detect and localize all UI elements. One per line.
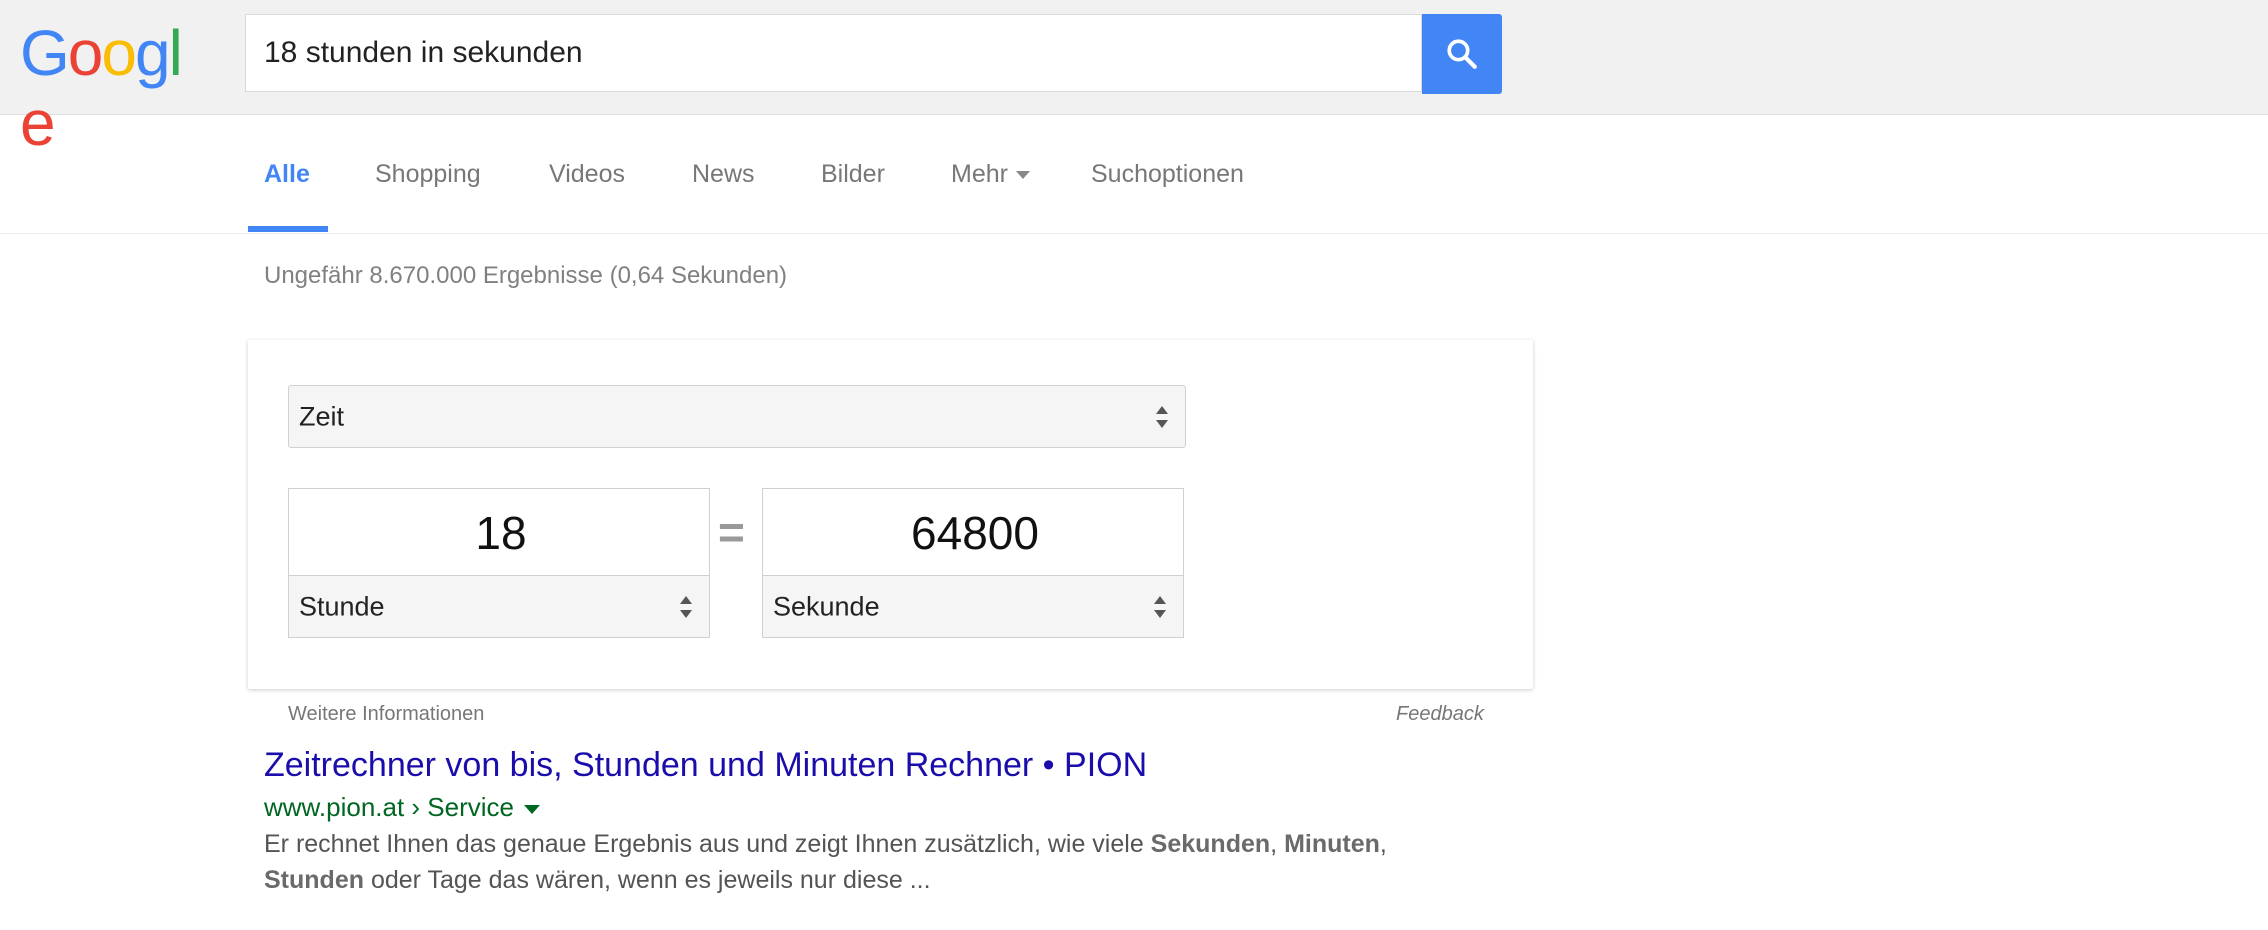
header-bar: Google [0, 0, 2268, 158]
to-value-input[interactable] [763, 489, 1187, 577]
result-stats: Ungefähr 8.670.000 Ergebnisse (0,64 Seku… [264, 262, 788, 289]
caret-down-icon [1015, 171, 1030, 180]
logo-letter: G [20, 17, 70, 89]
tab-alle[interactable]: Alle [264, 115, 310, 233]
caret-down-icon[interactable] [523, 804, 540, 814]
to-unit-box: Sekunde [762, 488, 1187, 638]
to-unit-select[interactable]: Sekunde [762, 575, 1184, 638]
tab-mehr-label: Mehr [951, 160, 1008, 188]
search-button[interactable] [1422, 14, 1502, 94]
snippet-text: oder Tage das wären, wenn es jeweils nur… [364, 866, 931, 894]
tab-suchoptionen[interactable]: Suchoptionen [1091, 115, 1244, 233]
category-select[interactable]: Zeit [288, 385, 1186, 448]
more-info-link[interactable]: Weitere Informationen [288, 703, 484, 726]
feedback-link[interactable]: Feedback [1396, 703, 1484, 726]
updown-arrows-icon [1156, 405, 1168, 428]
from-unit-box: Stunde [288, 488, 713, 638]
result-url-text: www.pion.at › Service [264, 792, 514, 822]
category-select-label: Zeit [299, 401, 345, 431]
snippet-bold: Stunden [264, 866, 364, 894]
from-value-input[interactable] [289, 489, 713, 577]
active-tab-indicator [248, 226, 328, 232]
search-icon [1447, 39, 1477, 69]
from-unit-label: Stunde [299, 591, 385, 621]
updown-arrows-icon [1154, 595, 1166, 618]
tab-videos[interactable]: Videos [549, 115, 625, 233]
google-logo[interactable]: Google [20, 17, 206, 158]
tab-bilder[interactable]: Bilder [821, 115, 885, 233]
logo-letter: o [67, 17, 104, 89]
result-title-link[interactable]: Zeitrechner von bis, Stunden und Minuten… [264, 746, 1147, 785]
search-nav: Alle Shopping Videos News Bilder Mehr Su… [0, 115, 2268, 234]
from-unit-select[interactable]: Stunde [288, 575, 710, 638]
search-input[interactable] [246, 15, 1421, 91]
updown-arrows-icon [680, 595, 692, 618]
logo-letter: l [168, 17, 183, 89]
equals-sign: = [718, 506, 745, 558]
result-url: www.pion.at › Service [264, 792, 540, 823]
snippet-text: , [1379, 830, 1387, 858]
snippet-text: , [1270, 830, 1285, 858]
tab-news[interactable]: News [692, 115, 755, 233]
snippet-bold: Minuten [1284, 830, 1380, 858]
result-snippet: Er rechnet Ihnen das genaue Ergebnis aus… [264, 826, 1564, 898]
tab-mehr[interactable]: Mehr [951, 115, 1030, 233]
search-box [245, 14, 1422, 92]
to-unit-label: Sekunde [773, 591, 880, 621]
tab-shopping[interactable]: Shopping [375, 115, 481, 233]
logo-letter: o [101, 17, 137, 89]
logo-letter: g [134, 17, 171, 89]
snippet-bold: Sekunden [1150, 830, 1271, 858]
snippet-text: Er rechnet Ihnen das genaue Ergebnis aus… [264, 830, 1151, 858]
